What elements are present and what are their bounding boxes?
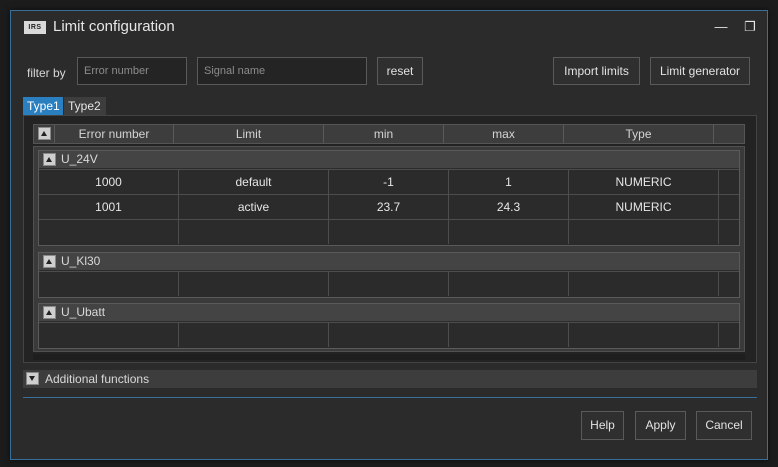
cell-max[interactable]	[449, 272, 569, 296]
column-header-limit[interactable]: Limit	[174, 125, 324, 143]
cancel-button[interactable]: Cancel	[696, 411, 752, 440]
cell-min[interactable]	[329, 272, 449, 296]
limit-configuration-window: IRS Limit configuration — ❐ filter by re…	[10, 10, 768, 460]
minimize-icon[interactable]: —	[713, 19, 729, 35]
reset-button[interactable]: reset	[377, 57, 423, 85]
group-u-ubatt: U_Ubatt	[38, 303, 740, 349]
collapse-group-icon[interactable]	[43, 153, 56, 166]
cell-type[interactable]: NUMERIC	[569, 195, 719, 219]
table-row[interactable]	[39, 271, 739, 297]
cell-max[interactable]: 1	[449, 170, 569, 194]
cell-error-number[interactable]	[39, 220, 179, 244]
group-header[interactable]: U_Ubatt	[39, 304, 739, 321]
title-bar: IRS Limit configuration — ❐	[11, 11, 767, 45]
column-header-type[interactable]: Type	[564, 125, 714, 143]
group-header[interactable]: U_24V	[39, 151, 739, 168]
import-limits-button[interactable]: Import limits	[553, 57, 640, 85]
column-header-min[interactable]: min	[324, 125, 444, 143]
irs-logo: IRS	[24, 21, 46, 34]
group-name: U_Kl30	[61, 254, 101, 268]
apply-button[interactable]: Apply	[635, 411, 686, 440]
group-name: U_24V	[61, 152, 98, 166]
cell-min[interactable]	[329, 323, 449, 347]
cell-min[interactable]	[329, 220, 449, 244]
error-number-filter-input[interactable]	[77, 57, 187, 85]
tab-type2[interactable]: Type2	[64, 97, 106, 115]
table-body: U_24V 1000 default -1 1 NUMERIC 1001 act…	[33, 146, 745, 352]
cell-max[interactable]	[449, 220, 569, 244]
additional-functions-label: Additional functions	[45, 372, 150, 386]
cell-limit[interactable]: active	[179, 195, 329, 219]
cell-limit[interactable]	[179, 220, 329, 244]
additional-functions-expander[interactable]: Additional functions	[23, 370, 757, 388]
cell-type[interactable]	[569, 220, 719, 244]
filter-by-label: filter by	[27, 66, 66, 80]
tab-type1[interactable]: Type1	[23, 97, 63, 115]
expand-icon[interactable]	[26, 372, 39, 385]
cell-error-number[interactable]: 1001	[39, 195, 179, 219]
collapse-all-icon[interactable]	[38, 127, 51, 140]
column-header-max[interactable]: max	[444, 125, 564, 143]
cell-type[interactable]	[569, 323, 719, 347]
table-row[interactable]	[39, 322, 739, 348]
limits-table-panel: Error number Limit min max Type U_24V 10…	[23, 115, 757, 363]
table-header: Error number Limit min max Type	[33, 124, 745, 144]
cell-error-number[interactable]	[39, 323, 179, 347]
restore-icon[interactable]: ❐	[742, 19, 758, 35]
table-row[interactable]: 1001 active 23.7 24.3 NUMERIC	[39, 194, 739, 220]
horizontal-scrollbar[interactable]	[33, 354, 745, 360]
group-header[interactable]: U_Kl30	[39, 253, 739, 270]
cell-limit[interactable]	[179, 323, 329, 347]
cell-type[interactable]: NUMERIC	[569, 170, 719, 194]
table-row[interactable]: 1000 default -1 1 NUMERIC	[39, 169, 739, 195]
collapse-group-icon[interactable]	[43, 255, 56, 268]
window-title: Limit configuration	[53, 18, 175, 35]
group-u-24v: U_24V 1000 default -1 1 NUMERIC 1001 act…	[38, 150, 740, 246]
cell-limit[interactable]: default	[179, 170, 329, 194]
cell-max[interactable]: 24.3	[449, 195, 569, 219]
limit-generator-button[interactable]: Limit generator	[650, 57, 750, 85]
collapse-group-icon[interactable]	[43, 306, 56, 319]
divider	[23, 397, 757, 398]
cell-max[interactable]	[449, 323, 569, 347]
table-row[interactable]	[39, 219, 739, 245]
help-button[interactable]: Help	[581, 411, 624, 440]
cell-error-number[interactable]: 1000	[39, 170, 179, 194]
column-header-error-number[interactable]: Error number	[54, 125, 174, 143]
cell-min[interactable]: 23.7	[329, 195, 449, 219]
cell-min[interactable]: -1	[329, 170, 449, 194]
group-name: U_Ubatt	[61, 305, 106, 319]
cell-error-number[interactable]	[39, 272, 179, 296]
group-u-kl30: U_Kl30	[38, 252, 740, 298]
cell-limit[interactable]	[179, 272, 329, 296]
cell-type[interactable]	[569, 272, 719, 296]
signal-name-filter-input[interactable]	[197, 57, 367, 85]
